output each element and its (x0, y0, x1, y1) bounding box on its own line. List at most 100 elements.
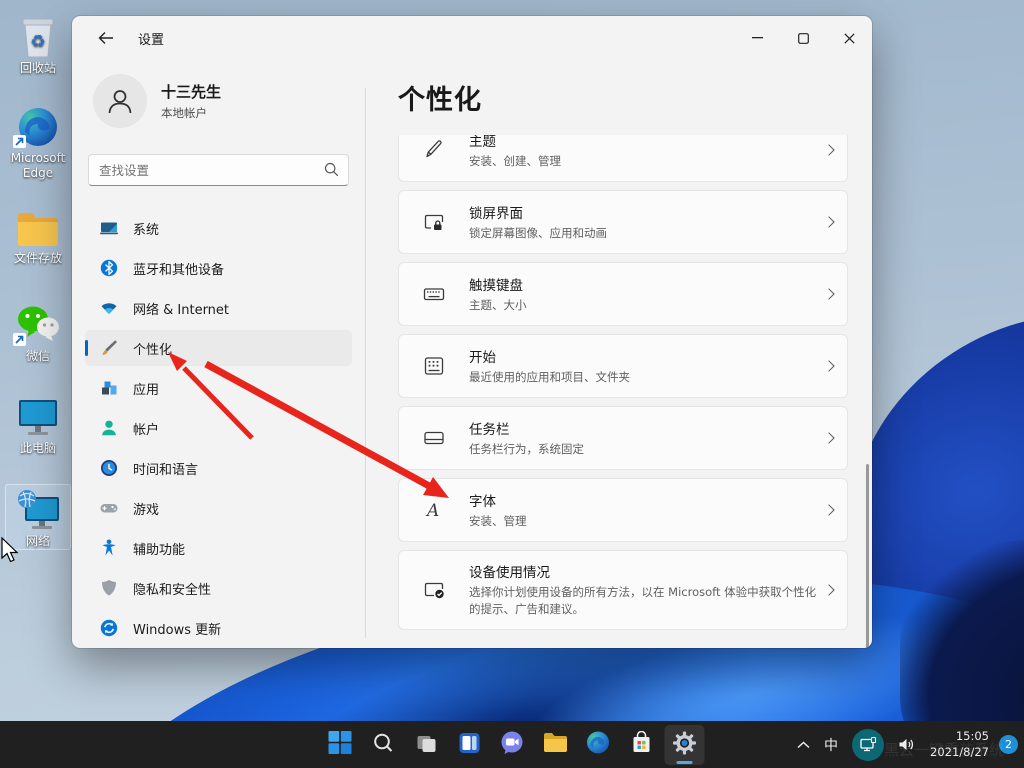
card-title: 开始 (469, 349, 496, 366)
theme-brush-icon (421, 138, 447, 162)
main-pane: 个性化 主题 安装、创建、管理 锁屏界面 锁定屏幕图像、应用和动画 触摸键盘 主… (365, 60, 872, 648)
chat-button[interactable] (492, 725, 532, 765)
sidebar: 十三先生 本地帐户 系统 (72, 60, 365, 648)
desktop-icon-recycle-bin[interactable]: ♻ 回收站 (5, 12, 71, 76)
account-header[interactable]: 十三先生 本地帐户 (93, 74, 352, 128)
chevron-right-icon (823, 216, 835, 228)
desktop-icon-this-pc[interactable]: 此电脑 (5, 392, 71, 456)
widgets-button[interactable] (449, 725, 489, 765)
sidebar-item-time-language[interactable]: 时间和语言 (85, 450, 352, 486)
back-button[interactable] (90, 24, 122, 52)
clock[interactable]: 15:05 2021/8/27 (922, 729, 997, 760)
apps-icon (99, 378, 119, 398)
sidebar-item-windows-update[interactable]: Windows 更新 (85, 610, 352, 646)
svg-text:A: A (425, 501, 439, 521)
start-icon (328, 730, 353, 759)
shortcut-arrow-icon (13, 135, 26, 148)
time-language-icon (99, 458, 119, 478)
minimize-button[interactable] (734, 16, 780, 60)
folder-icon (5, 202, 71, 248)
windows-update-icon (99, 618, 119, 638)
store-button[interactable] (621, 725, 661, 765)
sidebar-item-privacy[interactable]: 隐私和安全性 (85, 570, 352, 606)
taskbar-search-button[interactable] (363, 725, 403, 765)
sidebar-item-apps[interactable]: 应用 (85, 370, 352, 406)
card-subtitle: 任务栏行为，系统固定 (469, 441, 584, 456)
scrollbar-thumb[interactable] (866, 464, 869, 648)
card-start[interactable]: 开始 最近使用的应用和项目、文件夹 (398, 334, 848, 398)
notification-badge[interactable]: 2 (999, 735, 1018, 754)
sidebar-item-bluetooth[interactable]: 蓝牙和其他设备 (85, 250, 352, 286)
file-explorer-button[interactable] (535, 725, 575, 765)
sidebar-item-system[interactable]: 系统 (85, 210, 352, 246)
personalization-brush-icon (99, 338, 119, 358)
wechat-icon (5, 300, 71, 346)
settings-button[interactable] (664, 724, 704, 765)
task-view-icon (414, 731, 438, 759)
card-title: 触摸键盘 (469, 277, 523, 294)
card-subtitle: 主题、大小 (469, 297, 527, 312)
widgets-icon (457, 731, 481, 759)
sidebar-item-label: 个性化 (133, 342, 173, 358)
desktop-icon-edge[interactable]: Microsoft Edge (5, 102, 71, 181)
shield-icon (99, 578, 119, 598)
chevron-right-icon (823, 584, 835, 596)
settings-list: 主题 安装、创建、管理 锁屏界面 锁定屏幕图像、应用和动画 触摸键盘 主题、大小… (398, 135, 850, 648)
card-touch-keyboard[interactable]: 触摸键盘 主题、大小 (398, 262, 848, 326)
ime-indicator[interactable]: 中 (817, 725, 845, 765)
page-title: 个性化 (398, 85, 482, 116)
card-subtitle: 安装、管理 (469, 513, 527, 528)
system-icon (99, 218, 119, 238)
search-input[interactable] (88, 154, 349, 186)
volume-button[interactable] (891, 725, 922, 765)
sidebar-item-accessibility[interactable]: 辅助功能 (85, 530, 352, 566)
card-fonts[interactable]: A 字体 安装、管理 (398, 478, 848, 542)
desktop-icon-wechat[interactable]: 微信 (5, 300, 71, 364)
sidebar-item-accounts[interactable]: 帐户 (85, 410, 352, 446)
card-lock-screen[interactable]: 锁屏界面 锁定屏幕图像、应用和动画 (398, 190, 848, 254)
store-icon (629, 730, 653, 759)
card-themes[interactable]: 主题 安装、创建、管理 (398, 135, 848, 182)
tray-network-button[interactable] (845, 725, 891, 765)
edge-button[interactable] (578, 725, 618, 765)
sidebar-item-personalization[interactable]: 个性化 (85, 330, 352, 366)
svg-text:♻: ♻ (30, 32, 45, 52)
chevron-right-icon (823, 432, 835, 444)
desktop-icon-label: 微信 (25, 349, 50, 363)
wifi-icon (99, 298, 119, 318)
maximize-button[interactable] (780, 16, 826, 60)
close-button[interactable] (826, 16, 872, 60)
card-subtitle: 选择你计划使用设备的所有方法，以在 Microsoft 体验中获取个性化的提示、… (469, 585, 817, 617)
desktop-icon-label: 回收站 (19, 61, 56, 75)
ethernet-network-icon (852, 728, 885, 761)
card-title: 任务栏 (469, 421, 510, 438)
card-title: 锁屏界面 (469, 205, 523, 222)
titlebar[interactable]: 设置 (72, 16, 872, 60)
start-button[interactable] (320, 725, 360, 765)
sidebar-item-label: 网络 & Internet (133, 302, 230, 318)
chevron-right-icon (823, 144, 835, 156)
account-person-icon (99, 418, 119, 438)
sidebar-item-gaming[interactable]: 游戏 (85, 490, 352, 526)
sidebar-nav: 系统 蓝牙和其他设备 网络 & Internet 个性化 应用 帐户 时间和语言… (85, 210, 352, 646)
sidebar-item-label: 系统 (133, 222, 160, 238)
sidebar-item-network[interactable]: 网络 & Internet (85, 290, 352, 326)
sidebar-item-label: 时间和语言 (133, 462, 199, 478)
settings-gear-icon (671, 730, 697, 760)
card-taskbar[interactable]: 任务栏 任务栏行为，系统固定 (398, 406, 848, 470)
tray-chevron-up[interactable] (790, 725, 817, 765)
desktop-icon-network[interactable]: 网络 (5, 484, 71, 550)
recycle-bin-icon: ♻ (5, 12, 71, 58)
chevron-right-icon (823, 288, 835, 300)
lock-screen-icon (421, 210, 447, 234)
card-subtitle: 最近使用的应用和项目、文件夹 (469, 369, 630, 384)
card-device-usage[interactable]: 设备使用情况 选择你计划使用设备的所有方法，以在 Microsoft 体验中获取… (398, 550, 848, 630)
edge-icon (586, 730, 611, 759)
tray-date: 2021/8/27 (930, 744, 989, 759)
task-view-button[interactable] (406, 725, 446, 765)
accessibility-icon (99, 538, 119, 558)
sidebar-item-label: Windows 更新 (133, 622, 222, 638)
sidebar-item-label: 隐私和安全性 (133, 582, 212, 598)
desktop-icon-folder[interactable]: 文件存放 (5, 202, 71, 266)
device-usage-icon (421, 578, 447, 602)
